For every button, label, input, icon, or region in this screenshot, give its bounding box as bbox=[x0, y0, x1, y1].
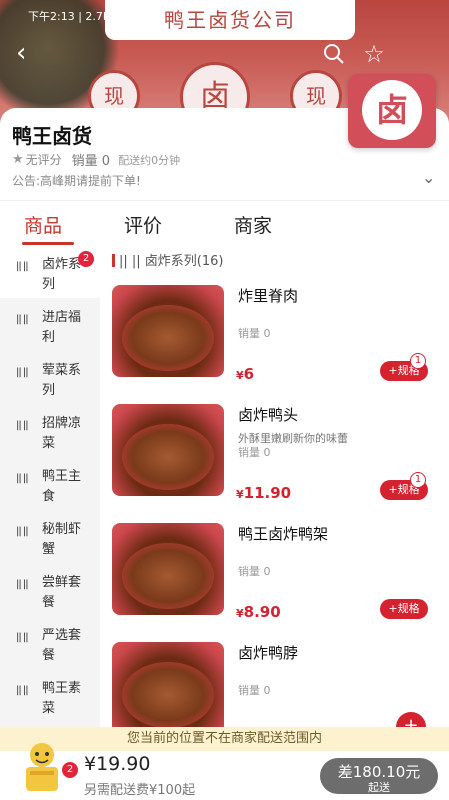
sidebar-item-label: 荤菜系列 bbox=[42, 363, 82, 398]
category-bars-icon: || || bbox=[16, 685, 29, 696]
product-photo bbox=[112, 642, 224, 727]
store-delivery-time: 配送约0分钟 bbox=[118, 153, 181, 167]
category-badge: 2 bbox=[78, 251, 94, 267]
favorite-star-icon[interactable]: ☆ bbox=[360, 40, 388, 68]
rating-star-icon: ★ bbox=[12, 152, 24, 167]
sidebar-item-vegetables[interactable]: || || 鸭王素菜 bbox=[0, 669, 100, 722]
search-icon[interactable] bbox=[320, 40, 348, 68]
tab-merchant[interactable]: 商家 bbox=[234, 211, 272, 238]
product-item[interactable]: 鸭王卤炸鸭架 销量 0 ¥8.90 +规格 bbox=[112, 523, 442, 633]
category-bars-icon: || || bbox=[16, 420, 29, 431]
cart-icon[interactable] bbox=[18, 739, 66, 795]
category-bars-icon: || || bbox=[16, 473, 29, 484]
product-name: 卤炸鸭头 bbox=[238, 406, 299, 424]
sidebar-item-welfare[interactable]: || || 进店福利 bbox=[0, 298, 100, 351]
sidebar-item-staple[interactable]: || || 鸭王主食 bbox=[0, 457, 100, 510]
product-name: 卤炸鸭脖 bbox=[238, 644, 299, 662]
category-bars-icon: || || bbox=[16, 261, 29, 272]
product-photo bbox=[112, 523, 224, 615]
product-name: 炸里脊肉 bbox=[238, 287, 299, 305]
sidebar-item-label: 招牌凉菜 bbox=[42, 416, 82, 451]
product-price: ¥8.90 bbox=[236, 603, 281, 621]
sidebar-item-shrimp-crab[interactable]: || || 秘制虾蟹 bbox=[0, 510, 100, 563]
store-rating: 无评分 bbox=[25, 153, 62, 167]
spec-button[interactable]: +规格 bbox=[380, 599, 428, 619]
product-name: 鸭王卤炸鸭架 bbox=[238, 525, 329, 543]
sidebar-item-label: 尝鲜套餐 bbox=[42, 575, 82, 610]
product-photo bbox=[112, 404, 224, 496]
section-bars-icon: || || bbox=[119, 254, 145, 269]
cart-count-badge: 1 bbox=[410, 353, 426, 369]
status-bar-time: 下午2:13 | 2.7K/s bbox=[28, 10, 120, 23]
product-sold: 销量 0 bbox=[238, 565, 271, 578]
store-notice: 公告:高峰期请提前下单! bbox=[12, 174, 141, 188]
category-sidebar: || || 卤炸系列 2 || || 进店福利 || || 荤菜系列 || ||… bbox=[0, 245, 100, 730]
cart-total: ¥19.90 bbox=[84, 753, 151, 775]
cart-badge: 2 bbox=[62, 762, 78, 778]
store-logo-char: 卤 bbox=[362, 80, 422, 140]
store-tabs: 商品 评价 商家 bbox=[0, 200, 449, 245]
sidebar-item-label: 鸭王素菜 bbox=[42, 681, 82, 716]
chevron-down-icon[interactable]: ⌄ bbox=[422, 168, 435, 187]
category-bars-icon: || || bbox=[16, 579, 29, 590]
checkout-button[interactable]: 差180.10元 起送 bbox=[320, 758, 438, 794]
store-name: 鸭王卤货 bbox=[12, 124, 92, 148]
checkout-label: 起送 bbox=[368, 781, 390, 794]
banner-sign: 鸭王卤货公司 bbox=[105, 0, 355, 40]
category-bars-icon: || || bbox=[16, 526, 29, 537]
section-title: || || 卤炸系列(16) bbox=[112, 250, 223, 269]
sidebar-item-fried[interactable]: || || 卤炸系列 2 bbox=[0, 245, 100, 298]
section-accent-bar bbox=[112, 254, 115, 267]
product-price: ¥11.90 bbox=[236, 484, 292, 502]
product-item[interactable]: 卤炸鸭头 外酥里嫩刷新你的味蕾 销量 0 ¥11.90 +规格 1 bbox=[112, 404, 442, 514]
sidebar-item-cold-dishes[interactable]: || || 招牌凉菜 bbox=[0, 404, 100, 457]
store-meta: ★ 无评分 销量 0 配送约0分钟 bbox=[12, 150, 180, 169]
product-item[interactable]: 卤炸鸭脖 销量 0 bbox=[112, 642, 442, 727]
delivery-fee: 另需配送费¥100起 bbox=[84, 783, 196, 798]
product-item[interactable]: 炸里脊肉 销量 0 ¥6 +规格 1 bbox=[112, 285, 442, 395]
product-sold: 销量 0 bbox=[238, 327, 271, 340]
product-sold: 销量 0 bbox=[238, 446, 271, 459]
checkout-amount: 差180.10元 bbox=[337, 763, 421, 781]
product-price: ¥6 bbox=[236, 365, 255, 383]
sidebar-item-trial-set[interactable]: || || 尝鲜套餐 bbox=[0, 563, 100, 616]
cart-footer: 2 ¥19.90 另需配送费¥100起 差180.10元 起送 bbox=[0, 743, 449, 800]
delivery-warning: 您当前的位置不在商家配送范围内 bbox=[0, 727, 449, 751]
store-sales: 销量 0 bbox=[71, 154, 111, 169]
sidebar-item-label: 进店福利 bbox=[42, 310, 82, 345]
section-title-text: 卤炸系列(16) bbox=[144, 254, 224, 269]
product-photo bbox=[112, 285, 224, 377]
tab-reviews[interactable]: 评价 bbox=[124, 211, 162, 238]
sidebar-item-meat[interactable]: || || 荤菜系列 bbox=[0, 351, 100, 404]
tab-products[interactable]: 商品 bbox=[24, 211, 62, 238]
sidebar-item-label: 严选套餐 bbox=[42, 628, 82, 663]
category-bars-icon: || || bbox=[16, 632, 29, 643]
cart-count-badge: 1 bbox=[410, 472, 426, 488]
sidebar-item-label: 鸭王主食 bbox=[42, 469, 82, 504]
back-icon[interactable]: ‹ bbox=[16, 40, 42, 66]
category-bars-icon: || || bbox=[16, 314, 29, 325]
category-bars-icon: || || bbox=[16, 367, 29, 378]
sidebar-item-label: 秘制虾蟹 bbox=[42, 522, 82, 557]
sidebar-item-select-set[interactable]: || || 严选套餐 bbox=[0, 616, 100, 669]
store-logo: 卤 bbox=[348, 74, 436, 148]
product-sold: 销量 0 bbox=[238, 684, 271, 697]
